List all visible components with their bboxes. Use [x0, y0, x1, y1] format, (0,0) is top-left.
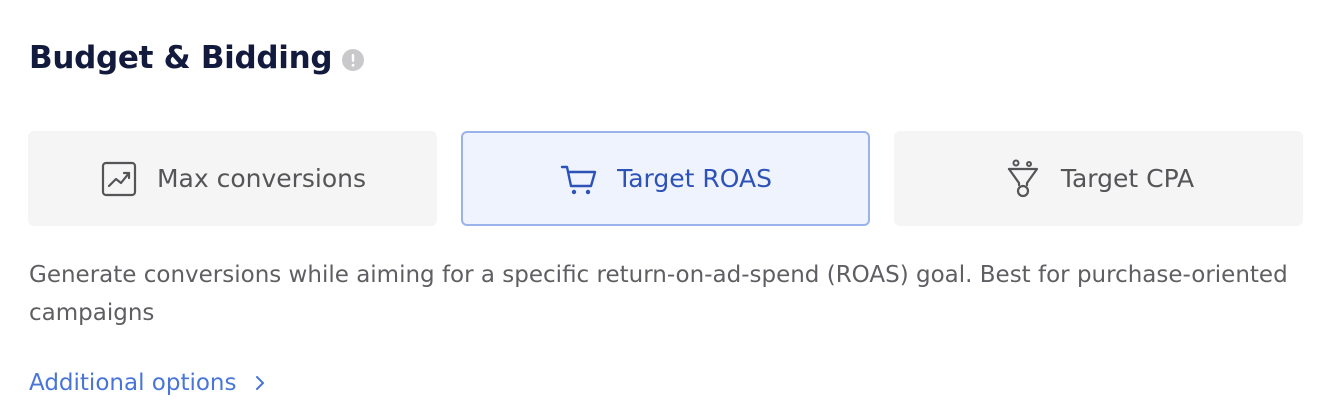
trending-chart-icon — [99, 159, 139, 199]
shopping-cart-icon — [559, 159, 599, 199]
option-max-conversions[interactable]: Max conversions — [28, 131, 437, 226]
budget-bidding-section: Budget & Bidding Max conversions Target … — [0, 0, 1336, 416]
strategy-description: Generate conversions while aiming for a … — [29, 262, 1288, 326]
option-label: Max conversions — [156, 164, 367, 193]
section-header: Budget & Bidding — [29, 36, 365, 80]
option-target-cpa[interactable]: Target CPA — [894, 131, 1303, 226]
bidding-strategy-options: Max conversions Target ROAS Target CPA — [28, 131, 1303, 226]
info-icon[interactable] — [342, 49, 365, 71]
additional-options-label: Additional options — [29, 370, 237, 396]
chevron-right-icon — [254, 374, 266, 392]
option-target-roas[interactable]: Target ROAS — [461, 131, 870, 226]
option-label: Target ROAS — [617, 164, 772, 193]
option-label: Target CPA — [1060, 164, 1195, 193]
section-title: Budget & Bidding — [29, 40, 333, 76]
additional-options-link[interactable]: Additional options — [29, 364, 266, 402]
target-funnel-icon — [1003, 159, 1043, 199]
